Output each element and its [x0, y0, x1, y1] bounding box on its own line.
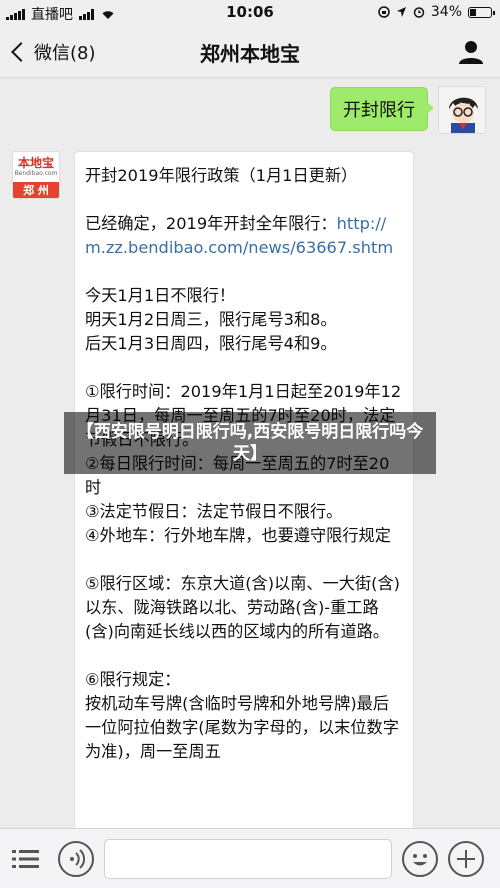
message-title: 开封2019年限行政策（1月1日更新）: [85, 166, 358, 185]
status-bar: 直播吧 10:06 34%: [0, 0, 500, 26]
rule-item-3: ③法定节假日：法定节假日不限行。: [85, 502, 343, 521]
overlay-caption-text: 【西安限号明日限行吗,西安限号明日限行吗今天】: [76, 422, 424, 464]
voice-button[interactable]: [58, 841, 94, 877]
chat-title: 郑州本地宝: [200, 42, 300, 66]
alarm-icon: [413, 7, 425, 18]
battery-icon: [468, 6, 495, 18]
rule-item-6-title: ⑥限行规定：: [85, 670, 181, 689]
logo-domain: Bendibao.com: [14, 169, 58, 177]
tomorrow-line: 明天1月2日周三，限行尾号3和8。: [85, 310, 337, 329]
message-input[interactable]: [104, 839, 392, 879]
status-right: 34%: [378, 4, 495, 20]
rule-item-5: ⑤限行区域：东京大道(含)以南、一大街(含)以东、陇海铁路以北、劳动路(含)-重…: [85, 574, 400, 641]
more-button[interactable]: [448, 841, 484, 877]
rotation-lock-icon: [378, 6, 390, 18]
overlay-caption: 【西安限号明日限行吗,西安限号明日限行吗今天】: [64, 412, 436, 474]
incoming-message[interactable]: 开封2019年限行政策（1月1日更新） 已经确定，2019年开封全年限行：htt…: [74, 151, 414, 851]
plus-icon: [457, 850, 475, 868]
bot-avatar[interactable]: 本地宝 Bendibao.com 郑 州: [12, 151, 60, 199]
menu-icon[interactable]: [12, 847, 40, 871]
message-intro: 已经确定，2019年开封全年限行：: [85, 214, 337, 233]
my-avatar[interactable]: [438, 86, 486, 134]
logo-city: 郑 州: [13, 182, 59, 198]
emoji-icon: [413, 854, 427, 866]
today-line: 今天1月1日不限行！: [85, 286, 236, 305]
emoji-button[interactable]: [402, 841, 438, 877]
outgoing-message[interactable]: 开封限行: [330, 87, 434, 131]
rule-item-4: ④外地车：行外地车牌，也要遵守限行规定: [85, 526, 391, 545]
cartoon-avatar-icon: [439, 87, 485, 133]
location-icon: [396, 7, 406, 17]
person-icon[interactable]: [458, 39, 484, 65]
battery-percent: 34%: [430, 4, 462, 20]
outgoing-message-text: 开封限行: [343, 100, 415, 121]
day-after-line: 后天1月3日周四，限行尾号4和9。: [85, 334, 337, 353]
rule-item-6-body: 按机动车号牌(含临时号牌和外地号牌)最后一位阿拉伯数字(尾数为字母的，以末位数字…: [85, 694, 399, 761]
voice-icon: [70, 849, 86, 869]
nav-bar: 微信(8) 郑州本地宝: [0, 26, 500, 78]
input-bar: [0, 828, 500, 888]
logo-text: 本地宝: [17, 155, 54, 170]
bendibao-logo: 本地宝 Bendibao.com: [13, 152, 59, 182]
